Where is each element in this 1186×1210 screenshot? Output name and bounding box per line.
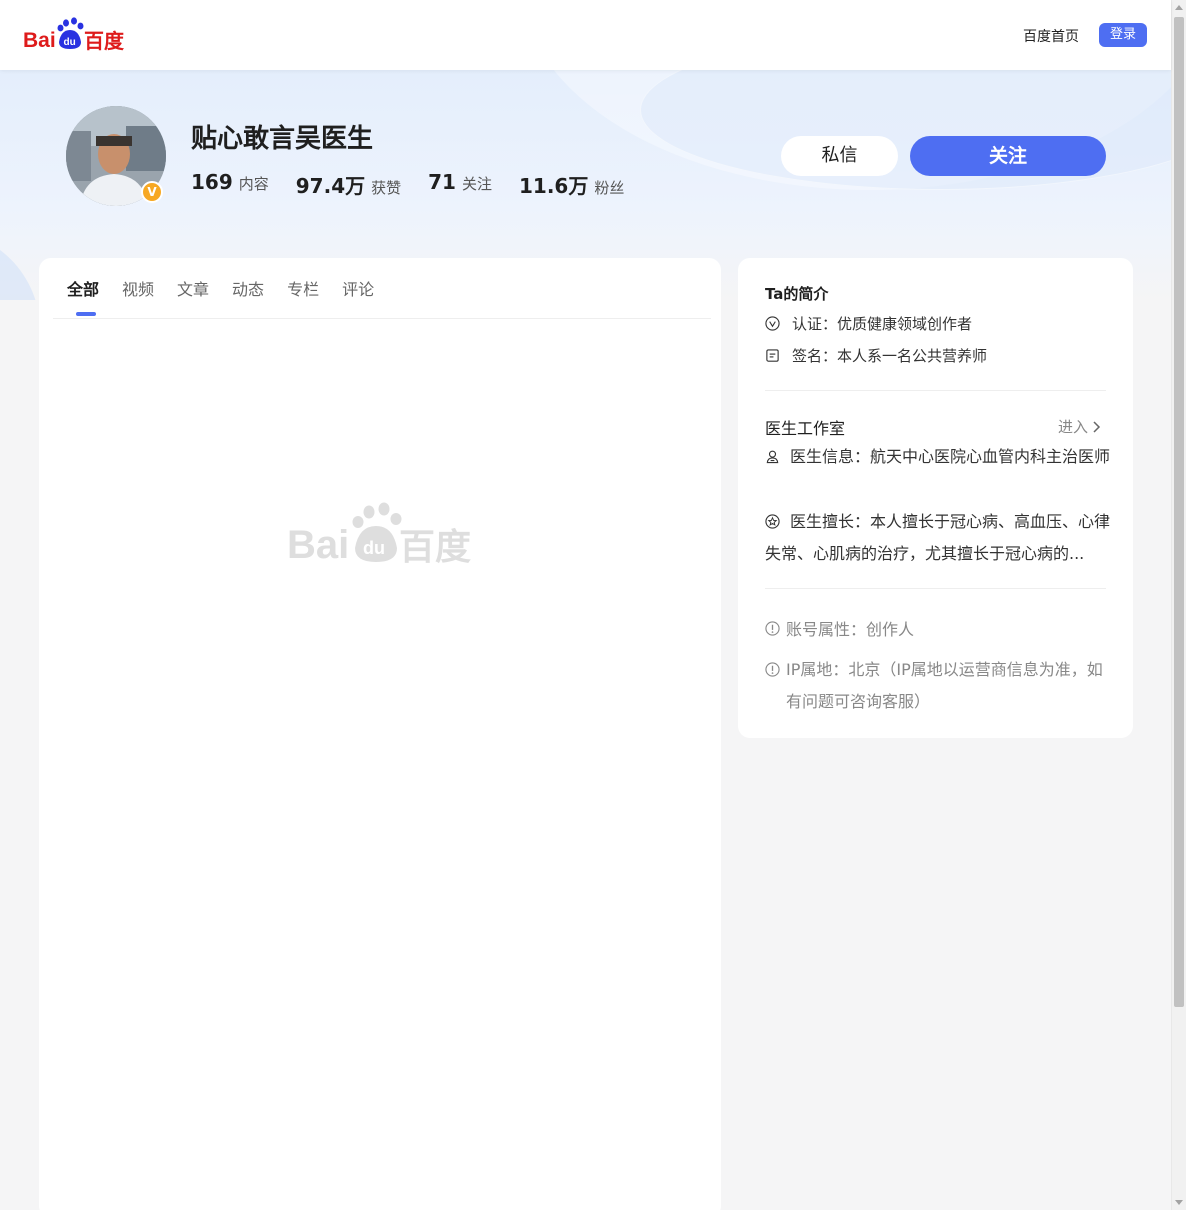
top-navigation-bar: Bai du 百度 百度首页 登录	[0, 0, 1171, 70]
tabs-divider	[53, 318, 711, 319]
svg-text:百度: 百度	[399, 527, 471, 566]
login-button[interactable]: 登录	[1099, 23, 1147, 47]
tab-column[interactable]: 专栏	[287, 276, 319, 302]
stat-value: 169	[191, 170, 233, 194]
doctor-info-row: 医生信息：航天中心医院心血管内科主治医师	[765, 441, 1110, 473]
stat-content[interactable]: 169 内容	[191, 170, 269, 199]
scroll-up-arrow-icon[interactable]	[1175, 5, 1183, 10]
info-circle-icon	[765, 620, 780, 636]
stat-label: 粉丝	[594, 179, 625, 197]
intro-title: Ta的简介	[765, 285, 829, 303]
stat-value: 11.6万	[519, 174, 589, 198]
ip-location-text: IP属地：北京（IP属地以运营商信息为准，如有问题可咨询客服）	[786, 660, 1103, 711]
scroll-down-arrow-icon[interactable]	[1175, 1200, 1183, 1205]
star-circle-icon	[765, 514, 780, 529]
stat-label: 内容	[238, 175, 269, 193]
stat-likes[interactable]: 97.4万 获赞	[296, 170, 401, 199]
certification-row: 认证：优质健康领域创作者	[765, 313, 972, 334]
ip-location-row: IP属地：北京（IP属地以运营商信息为准，如有问题可咨询客服）	[765, 654, 1110, 718]
signature-row: 签名：本人系一名公共营养师	[765, 345, 987, 366]
tab-dynamic[interactable]: 动态	[232, 276, 264, 302]
account-type-text: 账号属性：创作人	[786, 620, 915, 639]
svg-text:百度: 百度	[84, 29, 125, 53]
private-message-button[interactable]: 私信	[781, 136, 898, 176]
follow-button[interactable]: 关注	[910, 136, 1106, 176]
doctor-icon	[766, 450, 779, 464]
stat-label: 关注	[461, 175, 492, 193]
check-circle-icon	[765, 316, 780, 331]
svg-text:du: du	[64, 37, 76, 48]
stat-following[interactable]: 71 关注	[428, 170, 492, 199]
section-divider	[765, 588, 1106, 589]
profile-intro-card: Ta的简介 认证：优质健康领域创作者 签名：本人系一名公共营养师 医生工作室 进…	[738, 258, 1133, 738]
vertical-scrollbar[interactable]	[1171, 0, 1186, 1210]
svg-text:Bai: Bai	[287, 523, 349, 566]
doctor-studio-title: 医生工作室	[765, 419, 846, 438]
stat-value: 71	[428, 170, 456, 194]
stat-label: 获赞	[371, 179, 402, 197]
profile-name: 贴心敢言吴医生	[191, 124, 374, 154]
enter-label: 进入	[1058, 418, 1089, 436]
document-icon	[766, 349, 779, 362]
baidu-home-link[interactable]: 百度首页	[1023, 26, 1079, 46]
enter-studio-link[interactable]: 进入	[1058, 416, 1103, 437]
chevron-right-icon	[1093, 420, 1101, 433]
tab-video[interactable]: 视频	[122, 276, 154, 302]
profile-stats: 169 内容 97.4万 获赞 71 关注 11.6万 粉丝	[191, 170, 651, 199]
section-divider	[765, 390, 1106, 391]
doctor-info-text: 医生信息：航天中心医院心血管内科主治医师	[790, 447, 1111, 466]
doctor-specialty-row: 医生擅长：本人擅长于冠心病、高血压、心律失常、心肌病的治疗，尤其擅长于冠心病的.…	[765, 506, 1110, 570]
active-tab-indicator	[76, 312, 96, 316]
scrollbar-thumb[interactable]	[1174, 17, 1184, 1007]
certification-text: 认证：优质健康领域创作者	[792, 315, 973, 333]
avatar[interactable]: V	[66, 106, 166, 206]
baidu-placeholder-logo: Bai du 百度	[287, 502, 471, 566]
content-card: 全部 视频 文章 动态 专栏 评论 Bai du 百度	[39, 258, 721, 1210]
doctor-specialty-text: 医生擅长：本人擅长于冠心病、高血压、心律失常、心肌病的治疗，尤其擅长于冠心病的.…	[765, 512, 1110, 563]
stat-followers[interactable]: 11.6万 粉丝	[519, 170, 624, 199]
signature-text: 签名：本人系一名公共营养师	[792, 347, 988, 365]
tab-comments[interactable]: 评论	[342, 276, 374, 302]
content-tabs: 全部 视频 文章 动态 专栏 评论	[67, 276, 397, 302]
decoration-circle	[0, 230, 40, 300]
svg-text:du: du	[363, 538, 385, 558]
account-type-row: 账号属性：创作人	[765, 616, 914, 640]
verified-icon: V	[141, 181, 163, 203]
tab-all[interactable]: 全部	[67, 276, 99, 302]
tab-article[interactable]: 文章	[177, 276, 209, 302]
stat-value: 97.4万	[295, 174, 366, 198]
svg-text:Bai: Bai	[23, 29, 56, 52]
info-circle-icon	[765, 662, 780, 677]
baidu-logo[interactable]: Bai du 百度	[23, 17, 127, 53]
